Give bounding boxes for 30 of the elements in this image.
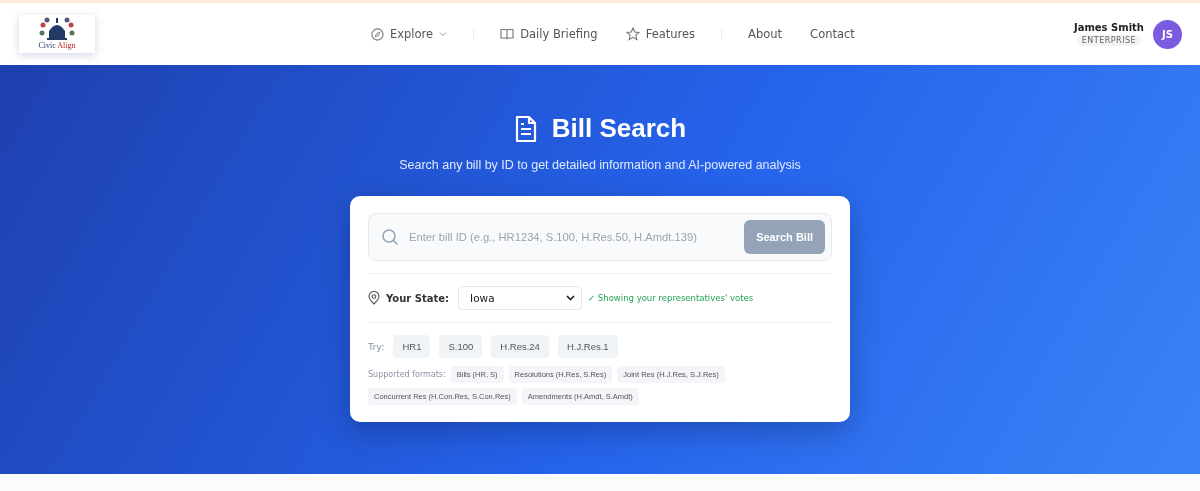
logo[interactable]: Civic Align xyxy=(19,15,95,53)
nav-link[interactable]: Explore xyxy=(357,27,462,41)
chevron-down-icon xyxy=(566,295,576,301)
nav-link[interactable]: Features xyxy=(611,27,710,41)
chevron-down-icon xyxy=(439,31,448,37)
compass-icon xyxy=(371,27,384,41)
location-pin-icon xyxy=(368,291,380,305)
nav-link[interactable]: Daily Briefing xyxy=(486,27,612,41)
state-dropdown[interactable]: Iowa xyxy=(458,286,583,310)
logo-text: Civic Align xyxy=(38,41,76,50)
user-name: James Smith xyxy=(1073,22,1144,33)
example-chip[interactable]: S.100 xyxy=(439,335,483,358)
nav-link[interactable]: Contact xyxy=(796,27,869,41)
formats-label: Supported formats: xyxy=(368,370,446,379)
document-icon xyxy=(513,114,538,143)
status-note: ✓ Showing your representatives' votes xyxy=(588,293,754,303)
search-icon xyxy=(381,228,399,246)
star-icon xyxy=(625,27,640,41)
plan-badge: ENTERPRISE xyxy=(1076,35,1142,46)
example-chip[interactable]: H.Res.24 xyxy=(491,335,549,358)
page-title: Bill Search xyxy=(551,113,687,144)
page-subtitle: Search any bill by ID to get detailed information and AI-powered analysis xyxy=(399,158,801,172)
example-chip[interactable]: HR1 xyxy=(393,335,431,358)
book-icon xyxy=(500,28,515,40)
try-label: Try: xyxy=(368,341,385,352)
user-avatar[interactable]: JS xyxy=(1153,19,1182,49)
state-label: Your State: xyxy=(386,292,450,304)
nav-link[interactable]: About xyxy=(734,27,797,41)
example-chip[interactable]: H.J.Res.1 xyxy=(557,335,618,358)
capitol-dome-icon xyxy=(37,17,77,41)
